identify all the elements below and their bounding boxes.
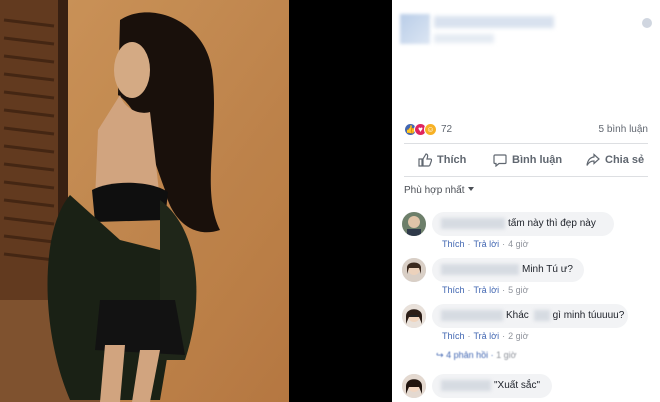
more-options-icon[interactable] (642, 18, 652, 28)
post-side-panel: 👍 ♥ ☺ 72 5 bình luận Thích Bình luận Chi… (392, 0, 660, 402)
comment-count[interactable]: 5 bình luận (599, 124, 649, 135)
replies-time: 1 giờ (496, 350, 517, 360)
comment-time[interactable]: 4 giờ (508, 239, 528, 249)
comment-meta: Thích · Trả lời · 5 giờ (442, 285, 529, 295)
comment-like-link[interactable]: Thích (442, 285, 465, 295)
commenter-avatar[interactable] (402, 374, 426, 398)
reaction-count[interactable]: 72 (441, 124, 452, 135)
comment-label: Bình luận (512, 154, 563, 166)
like-button[interactable]: Thích (418, 150, 466, 170)
commenter-avatar[interactable] (402, 212, 426, 236)
reply-arrow-icon: ↪ (436, 350, 444, 360)
comment-bubble: Khác gì minh túuuuu? (432, 304, 628, 328)
photo-viewer (0, 0, 392, 402)
commenter-name-blurred[interactable] (441, 309, 503, 321)
reactions-summary[interactable]: 👍 ♥ ☺ 72 5 bình luận (404, 122, 648, 138)
author-avatar-blurred[interactable] (400, 14, 430, 44)
divider (404, 176, 648, 177)
comment-like-link[interactable]: Thích (442, 239, 465, 249)
comment-icon (493, 154, 507, 167)
comment-reply-link[interactable]: Trả lời (474, 331, 500, 341)
post-header (392, 0, 660, 70)
thumbs-up-icon (418, 153, 432, 167)
comment-bubble: "Xuất sắc" (432, 374, 552, 398)
comment-sort-dropdown[interactable]: Phù hợp nhất (404, 185, 474, 196)
commenter-avatar[interactable] (402, 304, 426, 328)
comment-meta: Thích · Trả lời · 4 giờ (442, 239, 529, 249)
comment-reply-link[interactable]: Trả lời (474, 285, 500, 295)
comment-text: tấm này thì đẹp này (508, 218, 596, 229)
comment-like-link[interactable]: Thích (442, 331, 465, 341)
comment-time[interactable]: 5 giờ (508, 285, 528, 295)
commenter-name-blurred[interactable] (441, 379, 491, 391)
commenter-name-blurred[interactable] (441, 217, 505, 229)
share-icon (586, 153, 600, 166)
commenter-avatar[interactable] (402, 258, 426, 282)
comment-text: Minh Tú ư? (522, 264, 573, 275)
comment-time[interactable]: 2 giờ (508, 331, 528, 341)
share-label: Chia sẻ (605, 154, 645, 166)
like-label: Thích (437, 154, 467, 166)
post-meta-blurred (434, 34, 494, 43)
view-replies-link[interactable]: ↪ 4 phản hồi · 1 giờ (436, 350, 517, 361)
comment-button[interactable]: Bình luận (493, 150, 562, 170)
post-actions: Thích Bình luận Chia sẻ (392, 146, 660, 174)
replies-label: 4 phản hồi (446, 350, 489, 360)
comment-meta: Thích · Trả lời · 2 giờ (442, 331, 529, 341)
comment-text-part-a: Khác (506, 310, 529, 321)
commenter-name-blurred[interactable] (441, 263, 519, 275)
comment-bubble: Minh Tú ư? (432, 258, 584, 282)
comment-bubble: tấm này thì đẹp này (432, 212, 614, 236)
share-button[interactable]: Chia sẻ (586, 150, 644, 170)
comment-text: "Xuất sắc" (494, 380, 541, 391)
comment-reply-link[interactable]: Trả lời (474, 239, 500, 249)
caret-down-icon (467, 187, 474, 191)
sort-label: Phù hợp nhất (404, 185, 465, 196)
haha-icon: ☺ (424, 123, 437, 136)
divider (404, 143, 648, 144)
author-name-blurred[interactable] (434, 16, 554, 28)
post-photo[interactable] (0, 0, 289, 402)
comment-text-part-b: gì minh túuuuu? (552, 310, 625, 321)
redacted-word (533, 309, 550, 321)
